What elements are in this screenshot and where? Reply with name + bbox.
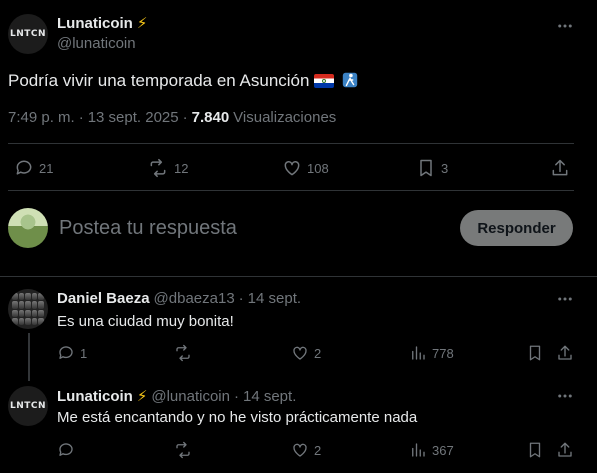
reply-author-name[interactable]: Lunaticoin xyxy=(57,388,133,405)
post-meta: 7:49 p. m. · 13 sept. 2025 · 7.840 Visua… xyxy=(8,109,337,126)
author-handle[interactable]: @lunaticoin xyxy=(57,35,136,52)
post-text: Podría vivir una temporada en Asunción xyxy=(8,70,359,92)
share-icon[interactable] xyxy=(550,158,570,178)
reply-header: Daniel Baeza @dbaeza13 · 14 sept. xyxy=(57,290,302,307)
reply-avatar[interactable]: LNTCN xyxy=(8,386,48,426)
like-button[interactable]: 2 xyxy=(291,344,321,362)
reply-header: Lunaticoin ⚡ @lunaticoin · 14 sept. xyxy=(57,387,297,406)
lightning-badge-icon: ⚡ xyxy=(136,388,148,405)
respond-button[interactable]: Responder xyxy=(460,210,573,246)
views-count: 7.840 xyxy=(191,109,230,126)
bookmark-count: 3 xyxy=(441,160,449,176)
reply-text: Me está encantando y no he visto práctic… xyxy=(57,409,418,426)
views-count: 367 xyxy=(432,442,454,458)
reply-avatar[interactable] xyxy=(8,289,48,329)
repost-count: 12 xyxy=(174,160,189,176)
like-button[interactable]: 2 xyxy=(291,441,321,459)
reply-button[interactable]: 1 xyxy=(57,344,87,362)
share-icon[interactable] xyxy=(556,441,574,459)
more-options-icon[interactable] xyxy=(556,290,574,308)
like-count: 2 xyxy=(314,345,322,361)
like-count: 108 xyxy=(307,160,329,176)
post-date[interactable]: 13 sept. 2025 xyxy=(88,109,179,126)
reply-author-name[interactable]: Daniel Baeza xyxy=(57,290,150,307)
views-label: Visualizaciones xyxy=(233,109,337,126)
views-button[interactable]: 778 xyxy=(409,344,454,362)
reply-date[interactable]: 14 sept. xyxy=(243,388,296,405)
divider xyxy=(8,143,574,144)
reply-count: 1 xyxy=(80,345,88,361)
post-time[interactable]: 7:49 p. m. xyxy=(8,109,75,126)
divider xyxy=(0,276,597,277)
bookmark-icon[interactable] xyxy=(526,441,544,459)
share-icon[interactable] xyxy=(556,344,574,362)
bookmark-button[interactable]: 3 xyxy=(416,158,448,178)
repost-button[interactable] xyxy=(173,441,198,459)
repost-button[interactable] xyxy=(173,344,198,362)
reply-input[interactable]: Postea tu respuesta xyxy=(59,217,237,240)
author-avatar[interactable]: LNTCN xyxy=(8,14,48,54)
reply-date[interactable]: 14 sept. xyxy=(248,290,301,307)
reply-button[interactable]: 21 xyxy=(14,158,53,178)
repost-button[interactable]: 12 xyxy=(147,158,188,178)
more-options-icon[interactable] xyxy=(556,387,574,405)
views-count: 778 xyxy=(432,345,454,361)
like-count: 2 xyxy=(314,442,322,458)
reply-count: 21 xyxy=(39,160,54,176)
lightning-badge-icon: ⚡ xyxy=(136,15,148,32)
person-walking-icon xyxy=(341,71,359,89)
paraguay-flag-icon xyxy=(314,74,335,88)
author-name-row[interactable]: Lunaticoin ⚡ xyxy=(57,14,148,33)
reply-author-handle[interactable]: @lunaticoin xyxy=(151,388,230,405)
author-name[interactable]: Lunaticoin xyxy=(57,15,133,32)
reply-author-handle[interactable]: @dbaeza13 xyxy=(154,290,235,307)
reply-text: Es una ciudad muy bonita! xyxy=(57,313,234,330)
more-options-icon[interactable] xyxy=(556,17,574,35)
divider xyxy=(8,190,574,191)
views-button[interactable]: 367 xyxy=(409,441,454,459)
current-user-avatar[interactable] xyxy=(8,208,48,248)
like-button[interactable]: 108 xyxy=(282,158,329,178)
thread-line xyxy=(28,333,30,381)
bookmark-icon[interactable] xyxy=(526,344,544,362)
reply-button[interactable] xyxy=(57,441,80,459)
